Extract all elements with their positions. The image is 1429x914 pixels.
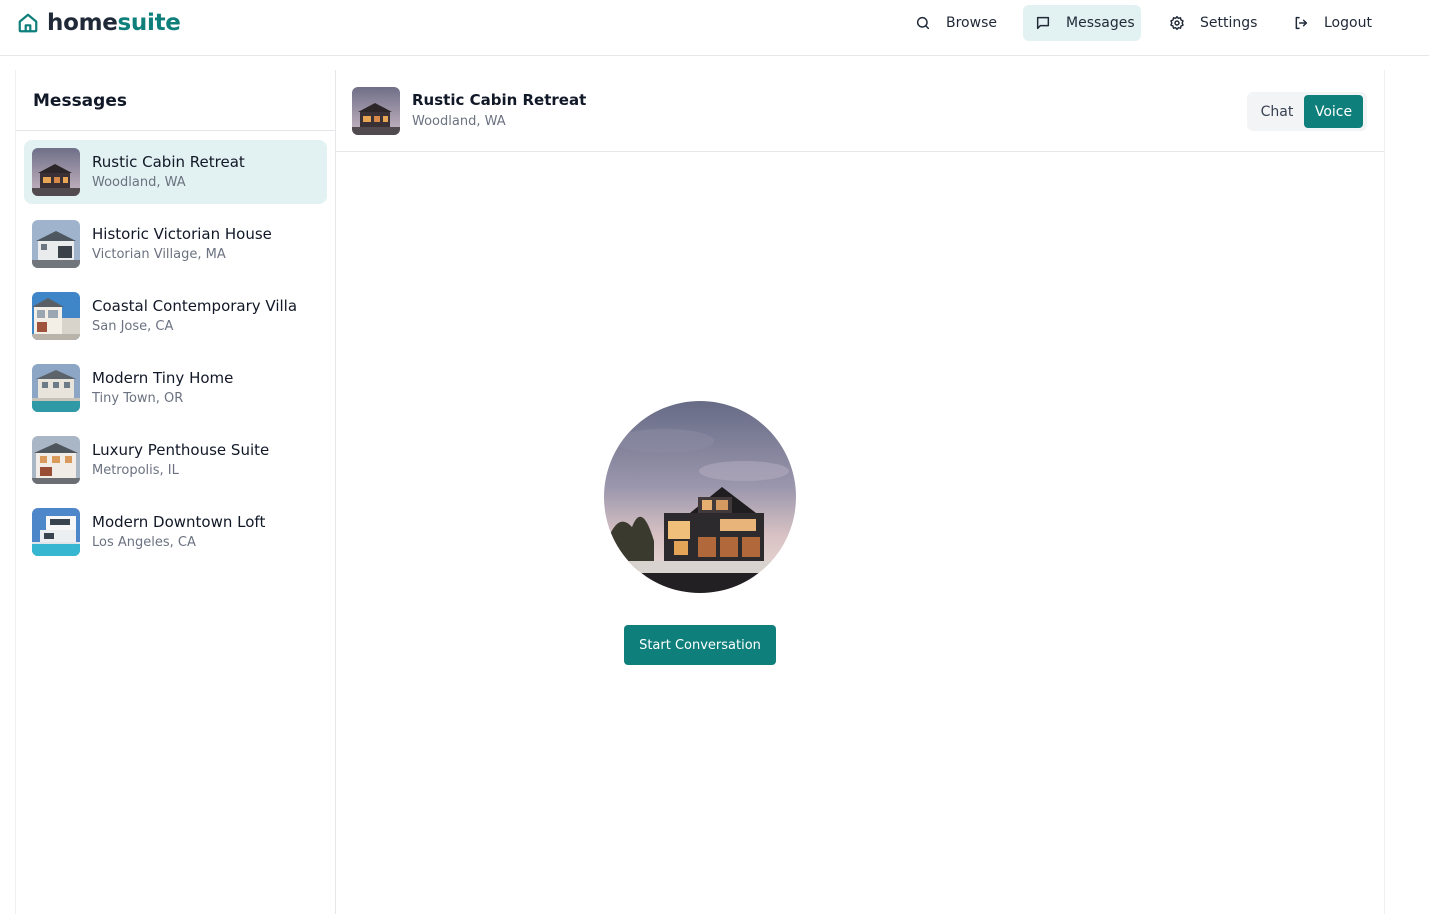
conversation-name: Modern Downtown Loft bbox=[92, 513, 266, 531]
search-icon bbox=[915, 15, 946, 31]
house-icon bbox=[17, 12, 39, 34]
message-square-icon bbox=[1035, 15, 1066, 31]
brand-logo[interactable]: homesuite bbox=[17, 9, 181, 37]
conversation-subtitle: Woodland, WA bbox=[412, 114, 506, 129]
nav-messages-label: Messages bbox=[1066, 15, 1135, 31]
conversation-title: Rustic Cabin Retreat bbox=[412, 91, 587, 109]
sidebar-header: Messages bbox=[16, 70, 335, 131]
voice-mode-button[interactable]: Voice bbox=[1304, 95, 1363, 128]
property-thumbnail bbox=[32, 364, 80, 412]
conversation-location: San Jose, CA bbox=[92, 319, 174, 334]
chat-mode-button[interactable]: Chat bbox=[1250, 95, 1304, 128]
conversation-name: Coastal Contemporary Villa bbox=[92, 297, 298, 315]
conversation-location: Woodland, WA bbox=[92, 175, 186, 190]
conversation-item[interactable]: Rustic Cabin Retreat Woodland, WA bbox=[24, 140, 327, 204]
conversation-item[interactable]: Modern Tiny Home Tiny Town, OR bbox=[24, 356, 327, 420]
nav-browse-label: Browse bbox=[946, 15, 997, 31]
nav-messages[interactable]: Messages bbox=[1023, 5, 1141, 41]
conversation-sidebar: Messages Rustic Cabin Retreat Woodland, … bbox=[15, 70, 336, 914]
conversation-name: Historic Victorian House bbox=[92, 225, 272, 243]
nav-browse[interactable]: Browse bbox=[903, 5, 1009, 41]
conversation-name: Rustic Cabin Retreat bbox=[92, 153, 245, 171]
conversation-location: Victorian Village, MA bbox=[92, 247, 226, 262]
property-thumbnail bbox=[352, 87, 400, 135]
conversation-location: Metropolis, IL bbox=[92, 463, 179, 478]
property-thumbnail bbox=[32, 148, 80, 196]
property-thumbnail bbox=[32, 436, 80, 484]
conversation-item[interactable]: Luxury Penthouse Suite Metropolis, IL bbox=[24, 428, 327, 492]
nav-logout-label: Logout bbox=[1324, 15, 1372, 31]
conversation-header: Rustic Cabin Retreat Woodland, WA Chat V… bbox=[336, 70, 1384, 152]
top-navigation: homesuite Browse Messages Settings Logou… bbox=[0, 0, 1429, 56]
nav-settings-label: Settings bbox=[1200, 15, 1258, 31]
logout-icon bbox=[1293, 15, 1324, 31]
gear-icon bbox=[1169, 15, 1200, 31]
start-conversation-button[interactable]: Start Conversation bbox=[624, 625, 776, 665]
property-avatar bbox=[604, 401, 796, 593]
conversation-list: Rustic Cabin Retreat Woodland, WA Histor… bbox=[16, 131, 335, 564]
conversation-item[interactable]: Modern Downtown Loft Los Angeles, CA bbox=[24, 500, 327, 564]
property-thumbnail bbox=[32, 220, 80, 268]
conversation-location: Tiny Town, OR bbox=[92, 391, 184, 406]
brand-name: homesuite bbox=[47, 10, 181, 36]
sidebar-title: Messages bbox=[33, 91, 127, 111]
conversation-name: Luxury Penthouse Suite bbox=[92, 441, 270, 459]
conversation-item[interactable]: Coastal Contemporary Villa San Jose, CA bbox=[24, 284, 327, 348]
conversation-location: Los Angeles, CA bbox=[92, 535, 196, 550]
nav-settings[interactable]: Settings bbox=[1157, 5, 1269, 41]
conversation-panel: Rustic Cabin Retreat Woodland, WA Chat V… bbox=[336, 70, 1385, 914]
mode-toggle: Chat Voice bbox=[1247, 92, 1367, 131]
conversation-name: Modern Tiny Home bbox=[92, 369, 234, 387]
property-thumbnail bbox=[32, 508, 80, 556]
property-thumbnail bbox=[32, 292, 80, 340]
nav-logout[interactable]: Logout bbox=[1281, 5, 1384, 41]
conversation-item[interactable]: Historic Victorian House Victorian Villa… bbox=[24, 212, 327, 276]
